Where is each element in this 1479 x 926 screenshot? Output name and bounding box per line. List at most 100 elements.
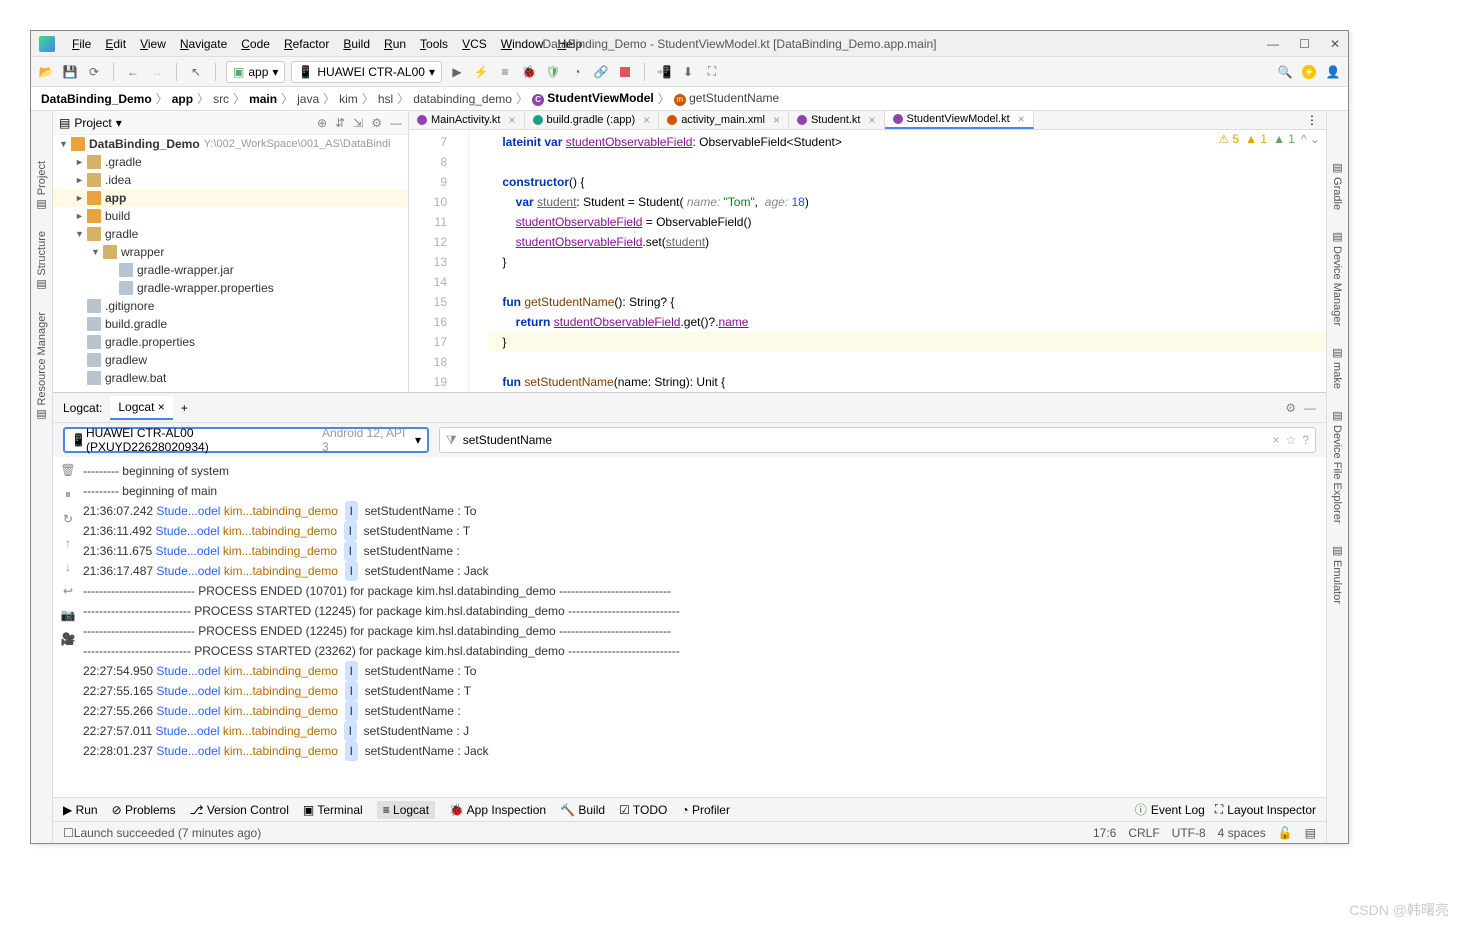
bottom-tab-layout-inspector[interactable]: ⛶ Layout Inspector	[1215, 801, 1316, 818]
code-line[interactable]: lateinit var studentObservableField: Obs…	[489, 132, 1326, 152]
logcat-filter-input[interactable]: ⧩ setStudentName × ☆ ?	[439, 427, 1316, 453]
logcat-tab[interactable]: Logcat ×	[110, 396, 172, 420]
pause-icon[interactable]: ⏸	[65, 487, 71, 502]
breadcrumb-item[interactable]: src	[213, 92, 229, 106]
save-icon[interactable]: 💾	[61, 63, 79, 81]
bottom-tab-run[interactable]: ▶ Run	[63, 803, 98, 817]
tabs-more-icon[interactable]: ⋮	[1298, 111, 1326, 129]
editor-tab[interactable]: build.gradle (:app)×	[525, 111, 660, 129]
apply-code-icon[interactable]: ≡	[496, 63, 514, 81]
breadcrumb-item[interactable]: m getStudentName	[674, 91, 779, 106]
bottom-tab-version-control[interactable]: ⎇ Version Control	[190, 803, 289, 817]
logcat-output[interactable]: --------- beginning of system--------- b…	[83, 457, 1326, 797]
code-line[interactable]: fun getStudentName(): String? {	[489, 292, 1326, 312]
bottom-tab-terminal[interactable]: ▣ Terminal	[303, 803, 363, 817]
breadcrumb-item[interactable]: java	[297, 92, 319, 106]
restart-icon[interactable]: ↻	[63, 512, 73, 526]
tool-tab-project[interactable]: ▤ Project	[35, 151, 48, 221]
minimize-icon[interactable]: —	[1267, 37, 1279, 51]
breadcrumb-item[interactable]: kim	[339, 92, 358, 106]
tree-item[interactable]: ►.gradle	[53, 153, 408, 171]
tree-item[interactable]: ►.idea	[53, 171, 408, 189]
menu-tools[interactable]: Tools	[415, 35, 453, 53]
maximize-icon[interactable]: ☐	[1299, 37, 1310, 51]
resource-icon[interactable]: ⛶	[703, 63, 721, 81]
breadcrumb-item[interactable]: C StudentViewModel	[532, 91, 654, 106]
tree-item[interactable]: .gitignore	[53, 297, 408, 315]
account-icon[interactable]: 👤	[1324, 63, 1342, 81]
tree-item[interactable]: gradlew	[53, 351, 408, 369]
run-icon[interactable]: ▶	[448, 63, 466, 81]
coverage-icon[interactable]: 🛡	[544, 63, 562, 81]
debug-icon[interactable]: 🐞	[520, 63, 538, 81]
breadcrumb-item[interactable]: hsl	[378, 92, 393, 106]
search-icon[interactable]: 🔍	[1276, 63, 1294, 81]
menu-view[interactable]: View	[135, 35, 171, 53]
tool-tab-device-file-explorer[interactable]: ▤ Device File Explorer	[1331, 399, 1344, 533]
tree-item[interactable]: gradle.properties	[53, 333, 408, 351]
menu-vcs[interactable]: VCS	[457, 35, 492, 53]
code-line[interactable]	[489, 352, 1326, 372]
close-tab-icon[interactable]: ×	[1018, 112, 1025, 126]
nav-up-icon[interactable]: ↖	[187, 63, 205, 81]
tool-tab-structure[interactable]: ▤ Structure	[35, 221, 48, 302]
menu-refactor[interactable]: Refactor	[279, 35, 334, 53]
breadcrumb-item[interactable]: DataBinding_Demo	[41, 92, 152, 106]
memory-icon[interactable]: ▤	[1305, 826, 1316, 840]
tool-tab-gradle[interactable]: ▤ Gradle	[1331, 151, 1344, 220]
caret-position[interactable]: 17:6	[1093, 826, 1116, 840]
locate-icon[interactable]: ⊕	[317, 116, 327, 130]
logcat-add-tab[interactable]: +	[181, 401, 188, 415]
menu-run[interactable]: Run	[379, 35, 411, 53]
screenshot-icon[interactable]: 📷	[61, 608, 76, 622]
record-icon[interactable]: 🎥	[61, 632, 76, 646]
apply-changes-icon[interactable]: ⚡	[472, 63, 490, 81]
bottom-tab-event-log[interactable]: ⓘ Event Log	[1135, 801, 1205, 818]
readonly-icon[interactable]: 🔓	[1278, 826, 1293, 840]
breadcrumb-item[interactable]: app	[172, 92, 193, 106]
code-line[interactable]: studentObservableField.set(student)	[489, 232, 1326, 252]
menu-file[interactable]: File	[67, 35, 96, 53]
bottom-tab-todo[interactable]: ☑ TODO	[619, 803, 667, 817]
editor-tab[interactable]: Student.kt×	[789, 111, 885, 129]
profile-icon[interactable]: ◔	[568, 63, 586, 81]
code-line[interactable]: fun setStudentName(name: String): Unit {	[489, 372, 1326, 392]
editor-tab[interactable]: MainActivity.kt×	[409, 111, 525, 129]
tree-item[interactable]: gradle-wrapper.properties	[53, 279, 408, 297]
bottom-tab-app-inspection[interactable]: 🐞 App Inspection	[449, 803, 546, 817]
close-icon[interactable]: ✕	[1330, 37, 1340, 51]
tree-item[interactable]: ►app	[53, 189, 408, 207]
help-icon[interactable]: ?	[1302, 433, 1309, 447]
expand-icon[interactable]: ⇵	[335, 116, 345, 130]
tree-root[interactable]: ▼DataBinding_DemoY:\002_WorkSpace\001_AS…	[53, 135, 408, 153]
menu-edit[interactable]: Edit	[100, 35, 131, 53]
tree-item[interactable]: gradlew.bat	[53, 369, 408, 387]
tree-item[interactable]: gradle-wrapper.jar	[53, 261, 408, 279]
code-line[interactable]	[489, 152, 1326, 172]
collapse-icon[interactable]: ⇲	[353, 116, 363, 130]
tool-tab-resource-manager[interactable]: ▤ Resource Manager	[35, 302, 48, 432]
scroll-up-icon[interactable]: ↑	[65, 536, 71, 550]
soft-wrap-icon[interactable]: ↩	[63, 584, 73, 598]
breadcrumb-item[interactable]: databinding_demo	[413, 92, 512, 106]
tree-item[interactable]: ►build	[53, 207, 408, 225]
updates-icon[interactable]: +	[1302, 65, 1316, 79]
clear-filter-icon[interactable]: ×	[1273, 433, 1280, 447]
sync-icon[interactable]: ⟳	[85, 63, 103, 81]
code-line[interactable]: constructor() {	[489, 172, 1326, 192]
encoding[interactable]: UTF-8	[1172, 826, 1206, 840]
code-line[interactable]: }	[489, 252, 1326, 272]
inspection-summary[interactable]: ⚠ 5 ▲ 1 ▲ 1 ^ ⌄	[1218, 132, 1320, 146]
back-icon[interactable]: ←	[124, 63, 142, 81]
editor-tab[interactable]: activity_main.xml×	[659, 111, 789, 129]
close-tab-icon[interactable]: ×	[508, 113, 515, 127]
open-icon[interactable]: 📂	[37, 63, 55, 81]
code-line[interactable]: return studentObservableField.get()?.nam…	[489, 312, 1326, 332]
code-line[interactable]: var student: Student = Student( name: "T…	[489, 192, 1326, 212]
bottom-tab-profiler[interactable]: ◔ Profiler	[681, 803, 730, 817]
trash-icon[interactable]: 🗑	[60, 463, 75, 477]
tool-tab-device-manager[interactable]: ▤ Device Manager	[1331, 220, 1344, 336]
close-tab-icon[interactable]: ×	[643, 113, 650, 127]
indent[interactable]: 4 spaces	[1218, 826, 1266, 840]
hide-icon[interactable]: —	[390, 116, 402, 130]
